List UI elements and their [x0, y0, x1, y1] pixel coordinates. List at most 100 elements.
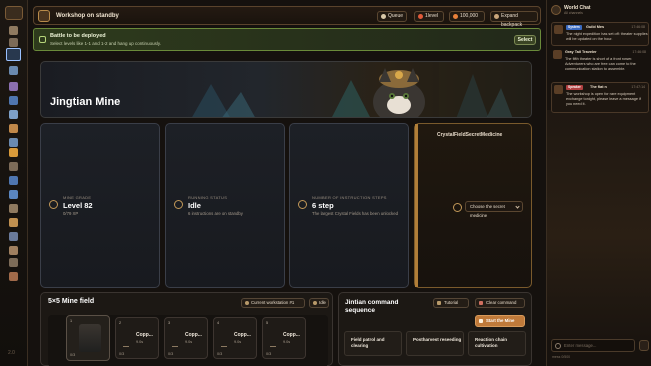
power-icon[interactable]	[9, 272, 18, 281]
scroll-icon[interactable]	[9, 82, 18, 91]
book-icon[interactable]	[9, 110, 18, 119]
slot-number: 1	[70, 319, 73, 323]
mine-slot[interactable]: 5 Copp... 9.0s 0/3	[262, 317, 306, 359]
compass-icon[interactable]	[9, 26, 18, 35]
mine-slot[interactable]: 2 Copp... 9.0s 0/3	[115, 317, 159, 359]
icon-sidebar: 2.0	[0, 0, 28, 366]
slot-time: 9.0s	[136, 340, 144, 344]
trophy-icon[interactable]	[9, 218, 18, 227]
secret-medicine-select[interactable]: Choose the secret medicine	[465, 201, 523, 218]
chart-icon[interactable]	[9, 246, 18, 255]
running-status-card: RUNNING STATUS Idle 6 instructions are o…	[165, 123, 285, 288]
chat-message: System Guild Mes 17:46:08 The night expe…	[551, 22, 649, 46]
command-item[interactable]: Field patrol and clearing	[344, 331, 402, 356]
coin-counter[interactable]: 100,000	[449, 11, 485, 22]
ore-icon	[172, 342, 178, 347]
avatar	[553, 50, 562, 59]
app-logo-icon[interactable]	[5, 6, 23, 20]
slot-time: 9.0s	[234, 340, 242, 344]
clear-command-button[interactable]: Clear command	[475, 298, 525, 308]
mine-slot[interactable]: 3 Copp... 9.0s 0/3	[164, 317, 208, 359]
send-button[interactable]	[639, 340, 649, 351]
idle-label: Idle	[319, 300, 326, 305]
chat-char-count: mess 0/500	[552, 355, 571, 359]
mine-grade-xp: 0/79 XP	[63, 211, 79, 216]
backpack-icon	[494, 14, 499, 19]
sword-icon[interactable]	[9, 38, 18, 47]
queue-icon	[381, 14, 386, 19]
tutorial-button[interactable]: Tutorial	[433, 298, 469, 308]
workshop-icon	[38, 10, 50, 22]
avatar	[554, 25, 563, 34]
anvil-icon[interactable]	[9, 162, 18, 171]
guild-icon[interactable]	[9, 232, 18, 241]
mine-nav-icon[interactable]	[6, 48, 21, 61]
lantern-icon[interactable]	[9, 148, 18, 157]
start-mine-button[interactable]: Start the Mine	[475, 315, 525, 327]
chat-message: Gray Tail Traveler 17:46:08 The fifth th…	[551, 48, 649, 82]
message-body: The night expedition has set off: theate…	[566, 32, 648, 41]
crystal-icon[interactable]	[9, 176, 18, 185]
map-icon[interactable]	[9, 66, 18, 75]
slot-number: 4	[217, 321, 220, 325]
queue-button[interactable]: Queue	[377, 11, 407, 22]
play-icon	[479, 319, 483, 323]
queue-label: Queue	[388, 13, 404, 19]
mine-grade-label: MINE GRADE	[63, 195, 92, 200]
mine-slot[interactable]: 4 Copp... 9.0s 0/3	[213, 317, 257, 359]
slot-count: 0/3	[119, 352, 125, 356]
message-author: Guild Mes	[586, 25, 605, 29]
gem-icon[interactable]	[9, 124, 18, 133]
expand-backpack-button[interactable]: Expand backpack	[490, 11, 538, 28]
slot-count: 0/3	[217, 352, 223, 356]
level-icon	[418, 14, 423, 19]
running-status-value: Idle	[188, 201, 201, 210]
select-button[interactable]: Select	[514, 35, 536, 45]
ore-icon	[221, 342, 227, 347]
mine-slot[interactable]: 1 0/3	[66, 315, 110, 361]
banner-description: Select levels like 1-1 and 1-2 and hang …	[50, 41, 161, 46]
message-author: The flat n	[590, 85, 607, 89]
slot-count: 0/3	[266, 352, 272, 356]
instruction-steps-value: 6 step	[312, 201, 334, 210]
idle-button[interactable]: Idle	[309, 298, 329, 308]
slot-ore-name: Copp...	[234, 332, 251, 338]
shield-icon[interactable]	[9, 96, 18, 105]
trash-icon	[479, 301, 483, 305]
chat-input-placeholder: Enter message...	[564, 343, 597, 348]
chat-input[interactable]: Enter message...	[551, 339, 635, 352]
speaker-badge: Speaker	[566, 85, 583, 90]
chat-message: Speaker The flat n 17:47:14 The workshop…	[551, 82, 649, 113]
coin-icon	[453, 14, 458, 19]
level-badge[interactable]: 1level	[414, 11, 444, 22]
command-item[interactable]: Reaction chain cultivation	[468, 331, 526, 356]
slot-time: 9.0s	[283, 340, 291, 344]
expand-backpack-label: Expand backpack	[501, 13, 523, 28]
command-item[interactable]: Postharvest reseeding	[406, 331, 464, 356]
mine-grade-card: MINE GRADE Level 82 0/79 XP	[40, 123, 160, 288]
current-workstation-button[interactable]: Current workstation #1	[241, 298, 305, 308]
instruction-steps-sub: The largest Crystal Fields has been unlo…	[312, 211, 398, 216]
status-icon	[174, 200, 183, 209]
mine-grade-value: Level 82	[63, 201, 93, 210]
battle-banner: Battle to be deployed Select levels like…	[33, 28, 541, 51]
medicine-icon	[453, 203, 462, 212]
mine-field-title: 5×5 Mine field	[48, 298, 95, 305]
gear-icon[interactable]	[9, 204, 18, 213]
slot-number: 2	[119, 321, 122, 325]
start-mine-label: Start the Mine	[486, 318, 515, 323]
version-label: 2.0	[8, 350, 15, 356]
card-accent-line	[415, 124, 418, 287]
crystal-field-vertical-label: CrystalFieldSecretMedicine	[437, 132, 503, 138]
level-label: 1level	[425, 13, 439, 19]
mine-title: Jingtian Mine	[50, 96, 121, 108]
message-body: The workshop is open for rare equipment …	[566, 92, 641, 106]
instruction-steps-card: NUMBER OF INSTRUCTION STEPS 6 step The l…	[289, 123, 409, 288]
backpack-icon[interactable]	[9, 190, 18, 199]
settings-icon[interactable]	[9, 258, 18, 267]
flask-icon[interactable]	[9, 138, 18, 147]
chat-background-art	[547, 110, 651, 340]
running-status-sub: 6 instructions are on standby	[188, 211, 243, 216]
emoji-icon[interactable]	[555, 343, 561, 349]
clear-command-label: Clear command	[486, 300, 517, 305]
